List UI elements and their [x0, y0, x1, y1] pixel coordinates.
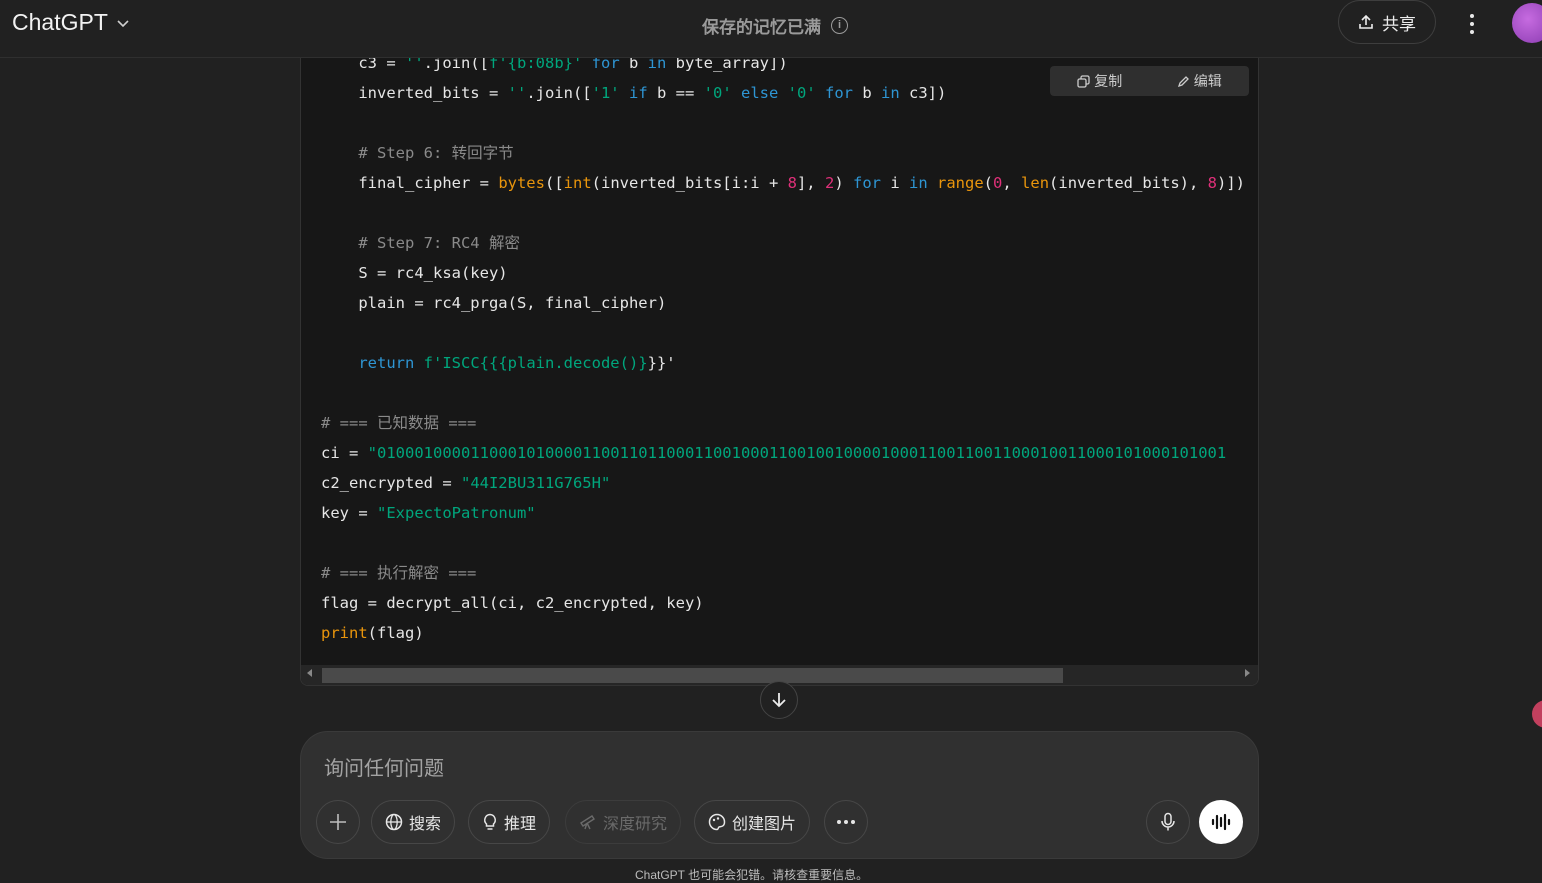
chevron-down-icon — [117, 19, 129, 27]
code-comment: # === 已知数据 === — [321, 414, 477, 432]
reason-tool-button[interactable]: 推理 — [468, 800, 551, 844]
code-line: return f'ISCC{{{plain.decode()}}}' — [358, 354, 676, 372]
share-button[interactable]: 共享 — [1338, 0, 1436, 44]
search-tool-label: 搜索 — [409, 816, 442, 833]
waveform-icon — [1211, 813, 1231, 831]
scroll-left-icon[interactable] — [307, 669, 312, 677]
scroll-to-bottom-button[interactable] — [760, 681, 798, 719]
pencil-icon — [1177, 75, 1189, 87]
more-tools-button[interactable] — [824, 800, 868, 844]
copy-icon — [1077, 74, 1090, 88]
arrow-down-icon — [772, 693, 786, 708]
prompt-input[interactable]: 询问任何问题 — [324, 752, 444, 781]
model-selector[interactable]: ChatGPT — [12, 9, 130, 36]
side-widget-icon[interactable] — [1532, 700, 1542, 728]
more-options-icon[interactable] — [1462, 10, 1482, 38]
copy-label: 复制 — [1094, 73, 1123, 89]
globe-icon — [385, 813, 403, 831]
create-image-button[interactable]: 创建图片 — [694, 800, 811, 844]
palette-icon — [708, 813, 726, 831]
avatar[interactable] — [1512, 3, 1542, 43]
code-content: c3 = ''.join([f'{b:08b}' for b in byte_a… — [321, 58, 1245, 648]
code-line: final_cipher = bytes([int(inverted_bits[… — [321, 174, 1246, 192]
edit-label: 编辑 — [1193, 73, 1222, 89]
code-comment: # Step 7: RC4 解密 — [321, 234, 520, 252]
plus-icon — [330, 814, 346, 830]
reason-tool-label: 推理 — [504, 816, 537, 833]
code-line: c3 = ''.join([f'{b:08b}' for b in byte_a… — [321, 58, 788, 72]
dictate-button[interactable] — [1146, 800, 1190, 844]
code-line: S = rc4_ksa(key) — [321, 264, 508, 282]
code-block: c3 = ''.join([f'{b:08b}' for b in byte_a… — [300, 58, 1259, 686]
code-line: inverted_bits = ''.join(['1' if b == '0'… — [321, 84, 947, 102]
code-line: plain = rc4_prga(S, final_cipher) — [321, 294, 667, 312]
attach-button[interactable] — [316, 800, 360, 844]
memory-full-notice[interactable]: 保存的记忆已满 i — [702, 13, 848, 38]
lightbulb-icon — [484, 813, 496, 830]
code-comment: # === 执行解密 === — [321, 564, 477, 582]
ellipsis-icon — [837, 820, 855, 824]
code-line: flag = decrypt_all(ci, c2_encrypted, key… — [321, 594, 704, 612]
app-title: ChatGPT — [12, 9, 108, 35]
memory-full-label: 保存的记忆已满 — [702, 18, 821, 37]
info-icon[interactable]: i — [831, 17, 848, 34]
scroll-right-icon[interactable] — [1245, 669, 1250, 677]
search-tool-button[interactable]: 搜索 — [371, 800, 456, 844]
code-line: ci = "0100010000110001010000110011011000… — [321, 444, 1227, 462]
code-line: key = "ExpectoPatronum" — [321, 504, 536, 522]
create-image-label: 创建图片 — [732, 816, 797, 833]
scrollbar-thumb[interactable] — [322, 668, 1063, 683]
top-header: ChatGPT 保存的记忆已满 i 共享 — [0, 0, 1542, 58]
upload-icon — [1359, 14, 1373, 29]
voice-mode-button[interactable] — [1199, 800, 1243, 844]
share-label: 共享 — [1382, 14, 1416, 34]
code-toolbar: 复制 编辑 — [1050, 66, 1249, 96]
copy-code-button[interactable]: 复制 — [1077, 71, 1122, 91]
telescope-icon — [580, 815, 595, 830]
code-comment: # Step 6: 转回字节 — [321, 144, 514, 162]
code-line: c2_encrypted = "44I2BU311G765H" — [321, 474, 611, 492]
code-line: print(flag) — [321, 624, 424, 642]
edit-code-button[interactable]: 编辑 — [1177, 71, 1222, 91]
deep-research-button[interactable]: 深度研究 — [565, 800, 682, 844]
message-composer: 询问任何问题 搜索 推理 深度研究 创建图片 — [300, 731, 1259, 859]
microphone-icon — [1161, 812, 1175, 831]
deep-research-label: 深度研究 — [603, 816, 668, 833]
